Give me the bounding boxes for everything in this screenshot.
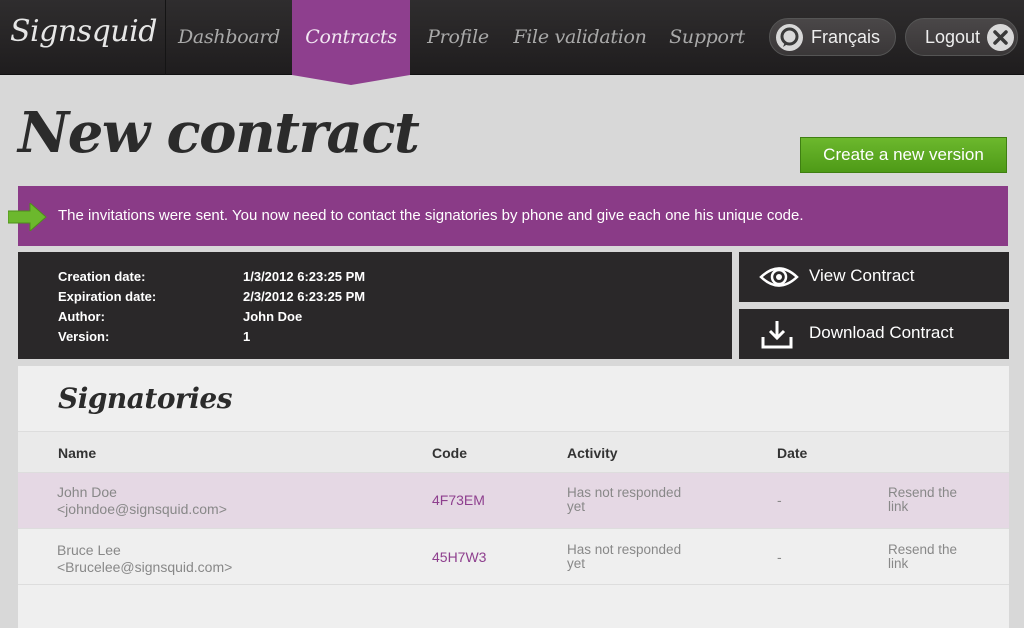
speech-bubble-icon <box>776 24 803 51</box>
signatory-name-cell: Bruce Lee <Brucelee@signsquid.com> <box>57 542 232 576</box>
col-name: Name <box>58 445 97 461</box>
signatory-activity: Has not responded yet <box>567 486 681 514</box>
nav-contracts[interactable]: Contracts <box>292 0 410 75</box>
page-title: New contract <box>18 100 420 166</box>
view-contract-button[interactable]: View Contract <box>739 252 1009 302</box>
logout-button[interactable]: Logout <box>905 18 1018 56</box>
table-row: Bruce Lee <Brucelee@signsquid.com> 45H7W… <box>18 529 1009 585</box>
resend-link[interactable]: Resend the link <box>888 486 957 514</box>
activity-line-1: Has not responded <box>567 542 682 557</box>
resend-line-2: link <box>888 499 909 514</box>
version-value: 1 <box>243 329 251 344</box>
resend-line-2: link <box>888 556 909 571</box>
signatory-code: 4F73EM <box>432 492 485 508</box>
create-new-version-button[interactable]: Create a new version <box>800 137 1007 173</box>
top-nav-bar: Signsquid Dashboard Contracts Profile Fi… <box>0 0 1024 75</box>
col-date: Date <box>777 445 808 461</box>
col-activity: Activity <box>567 445 618 461</box>
signatory-email: <Brucelee@signsquid.com> <box>57 559 233 575</box>
signatory-date: - <box>777 549 782 565</box>
col-code: Code <box>432 445 467 461</box>
download-icon <box>759 319 795 356</box>
version-row: Version: 1 <box>58 329 250 344</box>
activity-line-1: Has not responded <box>567 485 682 500</box>
contract-details: Creation date: 1/3/2012 6:23:25 PM Expira… <box>18 252 732 359</box>
author-value: John Doe <box>243 309 303 324</box>
activity-line-2: yet <box>567 499 586 514</box>
version-label: Version: <box>58 329 110 344</box>
expiration-date-row: Expiration date: 2/3/2012 6:23:25 PM <box>58 289 365 304</box>
signatory-name-cell: John Doe <johndoe@signsquid.com> <box>57 484 227 518</box>
resend-line-1: Resend the <box>888 485 958 500</box>
signatory-activity: Has not responded yet <box>567 543 681 571</box>
resend-link[interactable]: Resend the link <box>888 543 957 571</box>
table-row: John Doe <johndoe@signsquid.com> 4F73EM … <box>18 473 1009 529</box>
nav-support[interactable]: Support <box>654 0 760 75</box>
notice-banner: The invitations were sent. You now need … <box>18 186 1008 246</box>
language-label: Français <box>811 27 881 47</box>
resend-line-1: Resend the <box>888 542 958 557</box>
eye-icon <box>759 262 799 297</box>
expiration-date-value: 2/3/2012 6:23:25 PM <box>243 289 366 304</box>
signatory-name: Bruce Lee <box>57 542 121 558</box>
signatory-date: - <box>777 492 782 508</box>
signatory-name: John Doe <box>57 484 117 500</box>
logout-label: Logout <box>925 27 981 47</box>
signatories-panel: Signatories Name Code Activity Date John… <box>18 366 1009 628</box>
creation-date-value: 1/3/2012 6:23:25 PM <box>243 269 366 284</box>
expiration-date-label: Expiration date: <box>58 289 157 304</box>
creation-date-row: Creation date: 1/3/2012 6:23:25 PM <box>58 269 365 284</box>
active-tab-pointer <box>292 75 410 85</box>
signatory-email: <johndoe@signsquid.com> <box>57 501 227 517</box>
signatory-code: 45H7W3 <box>432 549 487 565</box>
arrow-right-icon <box>8 203 47 231</box>
nav-dashboard[interactable]: Dashboard <box>166 0 292 75</box>
view-contract-label: View Contract <box>809 266 915 285</box>
nav-file-validation[interactable]: File validation <box>506 0 654 75</box>
download-contract-label: Download Contract <box>809 323 954 342</box>
nav-profile[interactable]: Profile <box>410 0 506 75</box>
author-label: Author: <box>58 309 105 324</box>
app-logo[interactable]: Signsquid <box>10 14 157 49</box>
signatories-title: Signatories <box>58 382 233 415</box>
creation-date-label: Creation date: <box>58 269 146 284</box>
language-switch-button[interactable]: Français <box>769 18 896 56</box>
notice-text: The invitations were sent. You now need … <box>58 207 804 224</box>
activity-line-2: yet <box>567 556 586 571</box>
close-icon <box>987 24 1014 51</box>
table-header: Name Code Activity Date <box>18 431 1009 473</box>
author-row: Author: John Doe <box>58 309 302 324</box>
download-contract-button[interactable]: Download Contract <box>739 309 1009 359</box>
